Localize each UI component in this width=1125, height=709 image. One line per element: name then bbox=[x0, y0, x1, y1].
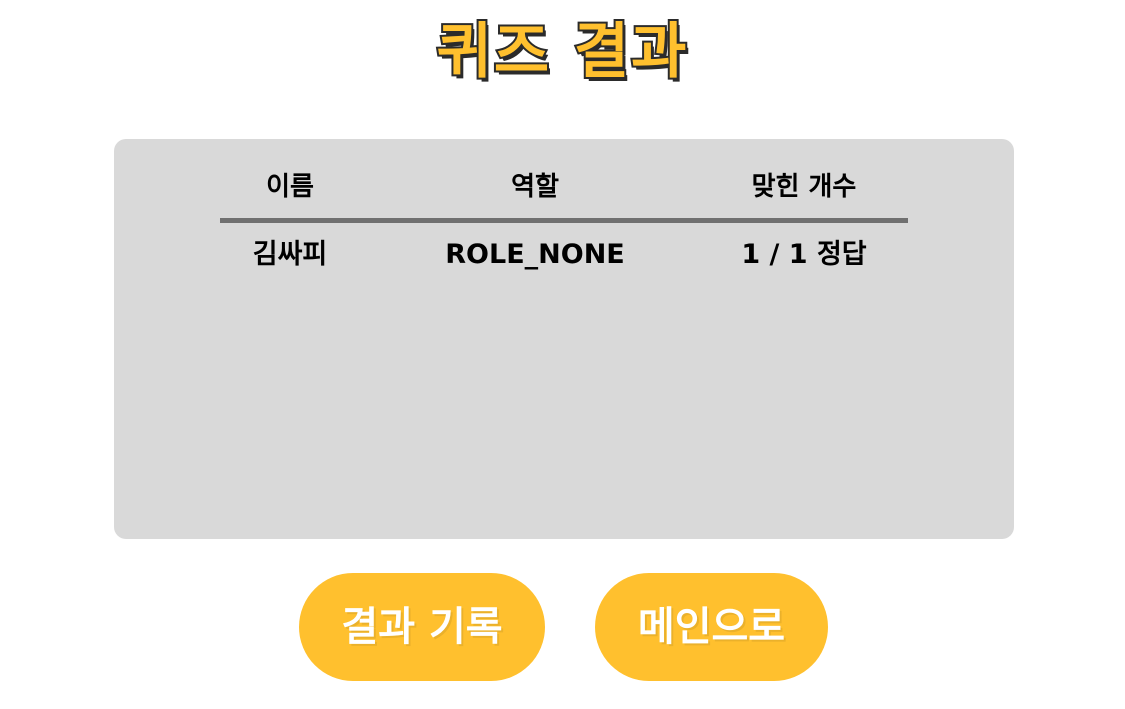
result-table-panel: 이름 역할 맞힌 개수 김싸피 ROLE_NONE 1 / 1 정답 bbox=[114, 139, 1014, 539]
table-header-divider bbox=[220, 218, 908, 223]
table-row-correct-cell: 1 / 1 정답 bbox=[741, 239, 867, 270]
table-row-name-cell: 김싸피 bbox=[252, 239, 328, 270]
record-result-button[interactable]: 결과 기록 bbox=[299, 573, 545, 681]
column-header-name: 이름 bbox=[266, 172, 314, 202]
go-main-button[interactable]: 메인으로 bbox=[595, 573, 828, 681]
quiz-result-page: 퀴즈 결과 이름 역할 맞힌 개수 김싸피 ROLE_NONE 1 / 1 정답… bbox=[0, 0, 1125, 709]
table-row-role-cell: ROLE_NONE bbox=[445, 239, 625, 270]
column-header-correct: 맞힌 개수 bbox=[751, 172, 857, 202]
column-header-role: 역할 bbox=[511, 172, 559, 202]
page-title: 퀴즈 결과 bbox=[435, 15, 689, 89]
